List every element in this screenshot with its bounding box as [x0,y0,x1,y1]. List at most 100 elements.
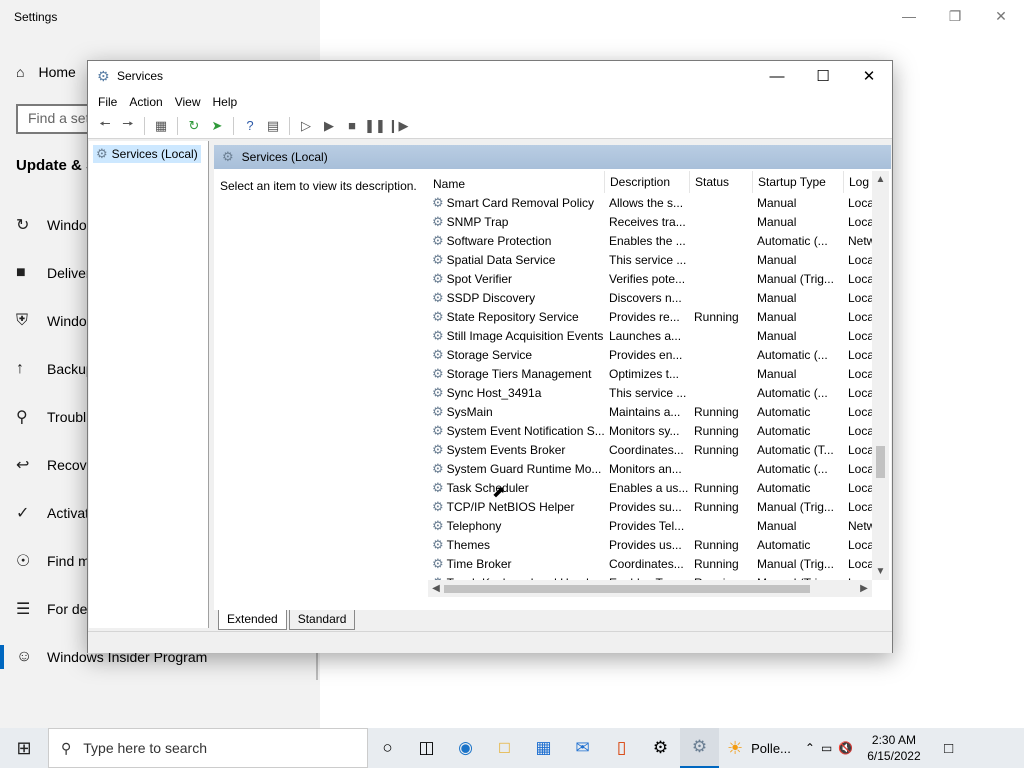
tree-node-services-local[interactable]: ⚙ Services (Local) [93,145,201,163]
export-icon[interactable]: ➤ [206,115,228,137]
table-row[interactable]: ⚙ Themes Provides us... Running Automatic Loc… [428,535,888,554]
table-row[interactable]: ⚙ Sync Host_3491a This service ... Automati… [428,383,888,402]
edge-browser-icon[interactable]: ◉ [446,728,485,768]
tab-standard[interactable]: Standard [288,610,356,630]
table-row[interactable]: ⚙ Time Broker Coordinates... Running Manual … [428,554,888,573]
maximize-button[interactable]: ☐ [800,61,846,91]
table-row[interactable]: ⚙ Still Image Acquisition Events Launches … [428,326,888,345]
taskbar-search-box[interactable]: ⚲ Type here to search [48,728,368,768]
clock[interactable]: 2:30 AM 6/15/2022 [859,732,928,764]
home-icon: ⌂ [16,64,25,80]
service-startup-type: Manual [757,214,797,229]
minimize-icon[interactable]: — [886,0,932,32]
vertical-scrollbar[interactable]: ▲ ▼ [872,171,889,580]
table-row[interactable]: ⚙ SNMP Trap Receives tra... Manual Loca [428,212,888,231]
windows-start-icon[interactable]: ⊞ [0,728,48,768]
service-startup-type: Automatic [757,537,811,552]
service-name: ⚙ Spatial Data Service [432,251,556,267]
service-log-on-as: Loca [848,347,874,362]
table-row[interactable]: ⚙ SSDP Discovery Discovers n... Manual Loca [428,288,888,307]
close-button[interactable]: ✕ [846,61,892,91]
properties-icon[interactable]: ▤ [262,115,284,137]
office-icon[interactable]: ▯ [602,728,641,768]
service-description: Provides re... [609,309,680,324]
start-service-alt-icon[interactable]: ▶ [318,115,340,137]
console-tree-icon[interactable]: ▦ [150,115,172,137]
notification-icon[interactable]: □ [929,728,969,768]
scroll-right-icon[interactable]: ▶ [856,580,872,597]
table-row[interactable]: ⚙ Software Protection Enables the ... Autom… [428,231,888,250]
shield-icon: ⛨ [16,312,29,329]
service-startup-type: Automatic (... [757,347,828,362]
column-status[interactable]: Status [690,171,753,193]
service-startup-type: Manual (Trig... [757,556,834,571]
stop-service-icon[interactable]: ■ [341,115,363,137]
weather-text: Polle... [751,740,791,756]
column-log-on-as[interactable]: Log [844,171,874,193]
settings-gear-icon[interactable]: ⚙ [641,728,680,768]
network-icon[interactable]: ▭ [821,741,832,755]
table-row[interactable]: ⚙ State Repository Service Provides re... R… [428,307,888,326]
restore-icon[interactable]: ❐ [932,0,978,32]
table-row[interactable]: ⚙ Spatial Data Service This service ... Man… [428,250,888,269]
services-taskbar-icon[interactable]: ⚙ [680,728,719,768]
table-row[interactable]: ⚙ System Guard Runtime Mo... Monitors an..… [428,459,888,478]
restart-service-icon[interactable]: ❙▶ [387,115,409,137]
forward-arrow-icon[interactable]: 🠖 [117,115,139,137]
table-row[interactable]: ⚙ Storage Tiers Management Optimizes t... M… [428,364,888,383]
menu-action[interactable]: Action [123,95,168,109]
scroll-down-icon[interactable]: ▼ [872,563,889,580]
start-service-icon[interactable]: ▷ [295,115,317,137]
close-icon[interactable]: ✕ [978,0,1024,32]
service-name: ⚙ Storage Tiers Management [432,365,592,381]
table-row[interactable]: ⚙ Storage Service Provides en... Automatic … [428,345,888,364]
vertical-scroll-thumb[interactable] [876,446,885,478]
table-row[interactable]: ⚙ SysMain Maintains a... Running Automatic Lo… [428,402,888,421]
service-startup-type: Manual [757,290,797,305]
menu-help[interactable]: Help [207,95,244,109]
weather-widget[interactable]: ☀ Polle... [719,728,799,768]
task-view-icon[interactable]: ◫ [407,728,446,768]
scroll-up-icon[interactable]: ▲ [872,171,889,188]
menu-view[interactable]: View [169,95,207,109]
service-description: Provides Tel... [609,518,685,533]
minimize-button[interactable]: — [754,61,800,91]
file-explorer-icon[interactable]: □ [485,728,524,768]
service-status: Running [694,480,739,495]
horizontal-scrollbar[interactable]: ◀ ▶ [428,580,872,597]
column-description[interactable]: Description [605,171,690,193]
service-log-on-as: Loca [848,366,874,381]
refresh-icon[interactable]: ↻ [183,115,205,137]
pause-service-icon[interactable]: ❚❚ [364,115,386,137]
table-row[interactable]: ⚙ System Events Broker Coordinates... Runni… [428,440,888,459]
service-name: ⚙ System Events Broker [432,441,566,457]
mail-icon[interactable]: ✉ [563,728,602,768]
chevron-up-icon[interactable]: ⌃ [805,741,815,755]
service-startup-type: Automatic (... [757,461,828,476]
service-gear-icon: ⚙ [432,327,444,343]
service-startup-type: Automatic (T... [757,442,834,457]
cortana-icon[interactable]: ○ [368,728,407,768]
services-titlebar[interactable]: ⚙ Services — ☐ ✕ [88,61,892,91]
column-name[interactable]: Name [428,171,605,193]
volume-muted-icon[interactable]: 🔇 [838,741,853,755]
menu-file[interactable]: File [92,95,123,109]
microsoft-store-icon[interactable]: ▦ [524,728,563,768]
table-row[interactable]: ⚙ Spot Verifier Verifies pote... Manual (Tr… [428,269,888,288]
table-row[interactable]: ⚙Touch Keyboard and Hand...Enables Tou..… [428,573,888,581]
tab-extended[interactable]: Extended [218,610,287,630]
back-arrow-icon[interactable]: 🠔 [94,115,116,137]
column-startup-type[interactable]: Startup Type [753,171,844,193]
service-gear-icon: ⚙ [432,194,444,210]
table-row[interactable]: ⚙ Telephony Provides Tel... Manual Netw [428,516,888,535]
service-log-on-as: Loca [848,252,874,267]
scroll-left-icon[interactable]: ◀ [428,580,444,597]
table-row[interactable]: ⚙ System Event Notification S... Monitors … [428,421,888,440]
service-description: This service ... [609,385,687,400]
settings-home-link[interactable]: ⌂ Home [16,64,76,80]
service-log-on-as: Loca [848,290,874,305]
horizontal-scroll-thumb[interactable] [444,585,810,593]
table-row[interactable]: ⚙ Smart Card Removal Policy Allows the s..… [428,193,888,212]
help-icon[interactable]: ? [239,115,261,137]
service-name: ⚙ SSDP Discovery [432,289,536,305]
